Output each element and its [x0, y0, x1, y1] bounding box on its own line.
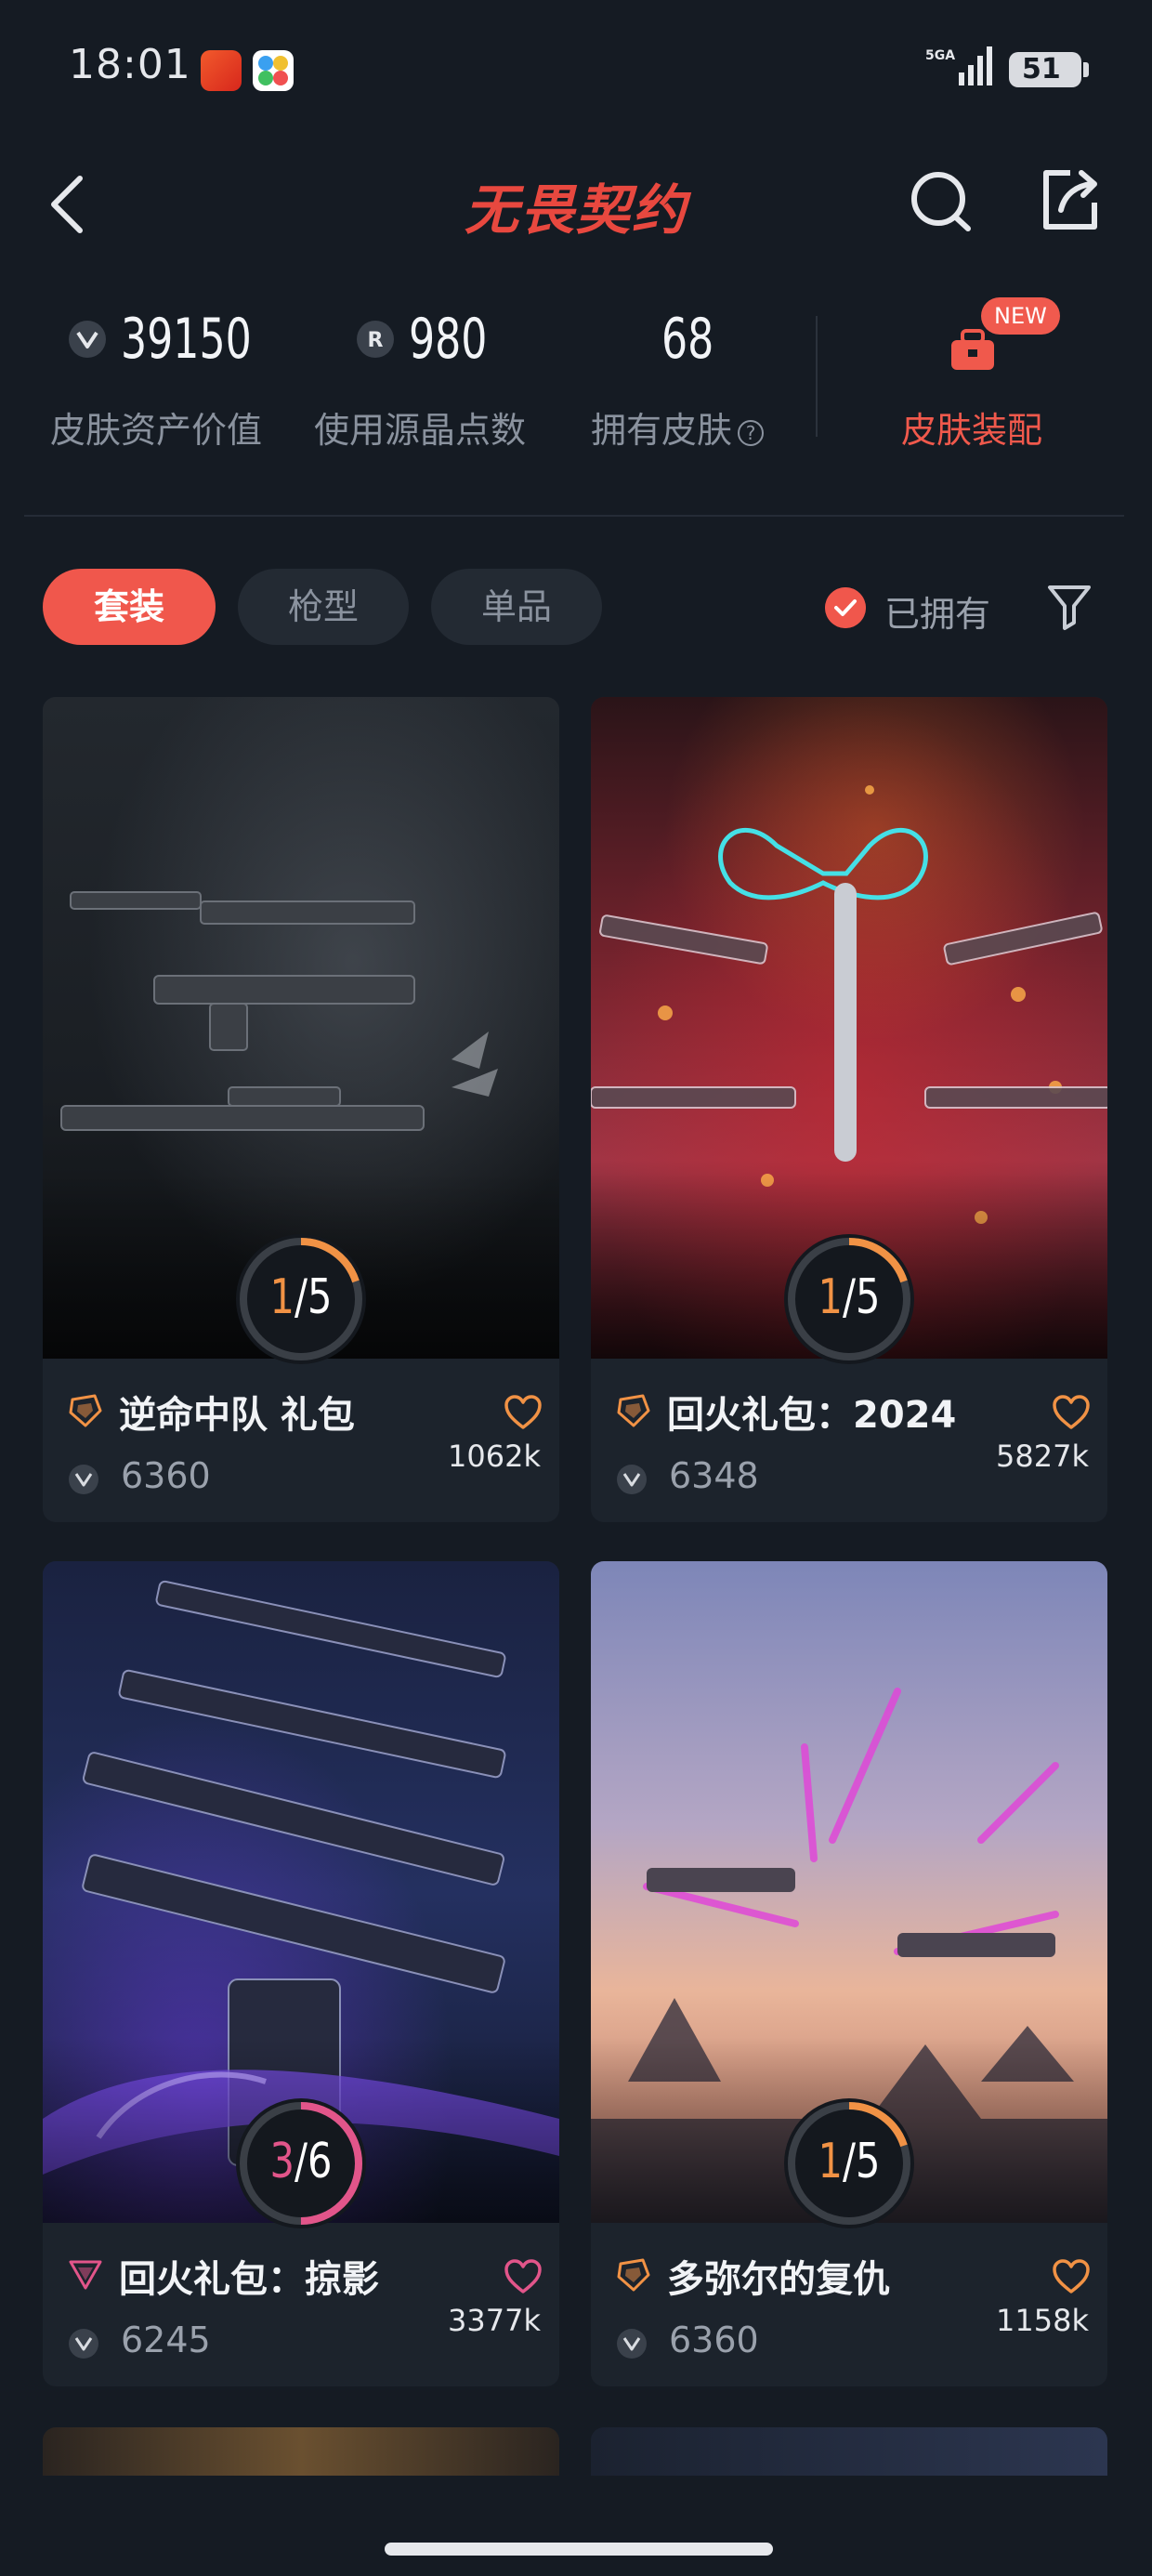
notification-app-icon [201, 50, 242, 91]
heart-icon[interactable] [504, 1394, 543, 1431]
game-logo: 无畏契约 [399, 164, 753, 247]
premium-tier-icon [617, 2258, 650, 2292]
card-price-row: 6360 1158k [615, 2303, 1089, 2366]
header: 无畏契约 [0, 149, 1152, 260]
battery-icon: 51 [1009, 52, 1089, 87]
total-count: 6 [308, 2134, 333, 2189]
notification-app-icon-2 [253, 50, 294, 91]
new-badge: NEW [981, 297, 1060, 335]
progress-text: 1/5 [818, 2134, 881, 2189]
heart-icon[interactable] [1052, 1394, 1091, 1431]
card-likes: 5827k [996, 1439, 1089, 1474]
status-bar: 18:01 5GA 51 [0, 0, 1152, 139]
premium-tier-icon [69, 1394, 102, 1427]
card-price: 6360 [669, 2320, 759, 2360]
bundle-card[interactable]: 1/5 回火礼包：2024 6348 5827k [591, 697, 1107, 1522]
share-icon[interactable] [1033, 162, 1107, 236]
vp-coin-icon [617, 1465, 647, 1494]
card-title: 多弥尔的复仇 [667, 2258, 890, 2301]
battery-level: 51 [1022, 53, 1061, 85]
status-time: 18:01 [69, 41, 191, 88]
progress-text: 3/6 [269, 2134, 333, 2189]
card-price: 6348 [669, 1455, 759, 1496]
skins-label: 拥有皮肤 [591, 410, 733, 451]
owned-count: 1 [269, 1269, 295, 1325]
card-title: 逆命中队 礼包 [119, 1394, 355, 1437]
card-title-row: 回火礼包：2024 [615, 1385, 1091, 1437]
logo-text: 无畏契约 [464, 178, 687, 242]
total-count: 5 [856, 2134, 881, 2189]
points-label: 使用源晶点数 [314, 410, 527, 451]
card-price: 6245 [121, 2320, 211, 2360]
owned-checkbox[interactable] [825, 587, 866, 628]
skin-equip-label: 皮肤装配 [901, 410, 1043, 451]
card-price: 6360 [121, 1455, 211, 1496]
svg-text:R: R [368, 329, 384, 352]
card-price-row: 6360 1062k [67, 1439, 541, 1502]
home-indicator[interactable] [385, 2543, 773, 2556]
stat-asset-value: 39150 皮肤资产价值 [48, 297, 290, 465]
asset-label: 皮肤资产价值 [50, 410, 263, 451]
owned-count: 1 [818, 1269, 843, 1325]
bundle-card[interactable]: 1/5 逆命中队 礼包 6360 1062k [43, 697, 559, 1522]
ownership-progress: 1/5 [236, 1234, 366, 1364]
points-value: 980 [409, 307, 488, 372]
ownership-progress: 1/5 [784, 1234, 914, 1364]
bundle-card[interactable]: 3/6 回火礼包：掠影 6245 3377k [43, 1561, 559, 2386]
bundle-card[interactable]: 1/5 多弥尔的复仇 6360 1158k [591, 1561, 1107, 2386]
heart-icon[interactable] [1052, 2258, 1091, 2295]
bag-icon [951, 329, 994, 370]
total-count: 5 [308, 1269, 333, 1325]
ownership-progress: 3/6 [236, 2098, 366, 2228]
vp-coin-icon [69, 321, 106, 358]
progress-text: 1/5 [269, 1269, 333, 1325]
card-likes: 1158k [996, 2303, 1089, 2338]
bundle-card-partial[interactable] [591, 2427, 1107, 2476]
total-count: 5 [856, 1269, 881, 1325]
vp-coin-icon [69, 1465, 98, 1494]
owned-filter-label[interactable]: 已拥有 [884, 585, 990, 637]
card-price-row: 6245 3377k [67, 2303, 541, 2366]
heart-icon[interactable] [504, 2258, 543, 2295]
skin-equip-button[interactable]: NEW 皮肤装配 [873, 297, 1078, 465]
owned-count: 3 [269, 2134, 295, 2189]
card-title-row: 多弥尔的复仇 [615, 2249, 1091, 2301]
stat-points: R 980 使用源晶点数 [312, 297, 554, 465]
signal-icon: 5GA [925, 46, 992, 85]
vp-coin-icon [69, 2329, 98, 2359]
card-title-row: 回火礼包：掠影 [67, 2249, 543, 2301]
network-label: 5GA [925, 48, 955, 63]
divider [24, 515, 1124, 517]
bundle-card-partial[interactable] [43, 2427, 559, 2476]
card-price-row: 6348 5827k [615, 1439, 1089, 1502]
bottom-safe-area [0, 2476, 1152, 2576]
tab-weapon-type[interactable]: 枪型 [238, 569, 409, 645]
help-icon[interactable]: ? [738, 419, 765, 446]
skins-value: 68 [661, 307, 714, 372]
vp-coin-icon [617, 2329, 647, 2359]
filter-icon[interactable] [1046, 582, 1093, 632]
search-icon[interactable] [905, 164, 979, 238]
card-title-row: 逆命中队 礼包 [67, 1385, 543, 1437]
card-likes: 3377k [448, 2303, 541, 2338]
card-title: 回火礼包：2024 [667, 1394, 957, 1437]
tab-bundles[interactable]: 套装 [43, 569, 216, 645]
filter-bar: 套装 枪型 单品 已拥有 [0, 569, 1152, 647]
ownership-progress: 1/5 [784, 2098, 914, 2228]
asset-value: 39150 [121, 307, 252, 372]
card-likes: 1062k [448, 1439, 541, 1474]
radianite-icon: R [357, 321, 394, 358]
owned-count: 1 [818, 2134, 843, 2189]
premium-tier-icon [617, 1394, 650, 1427]
card-title: 回火礼包：掠影 [119, 2258, 379, 2301]
back-arrow-icon[interactable] [43, 167, 98, 242]
stat-skins: 68 拥有皮肤? [589, 297, 793, 465]
tab-single-items[interactable]: 单品 [431, 569, 602, 645]
account-stats: 39150 皮肤资产价值 R 980 使用源晶点数 68 拥有皮肤? NEW 皮… [0, 297, 1152, 483]
stats-divider [816, 316, 818, 437]
progress-text: 1/5 [818, 1269, 881, 1325]
exclusive-tier-icon [69, 2260, 102, 2290]
skins-label-row: 拥有皮肤? [591, 401, 765, 453]
